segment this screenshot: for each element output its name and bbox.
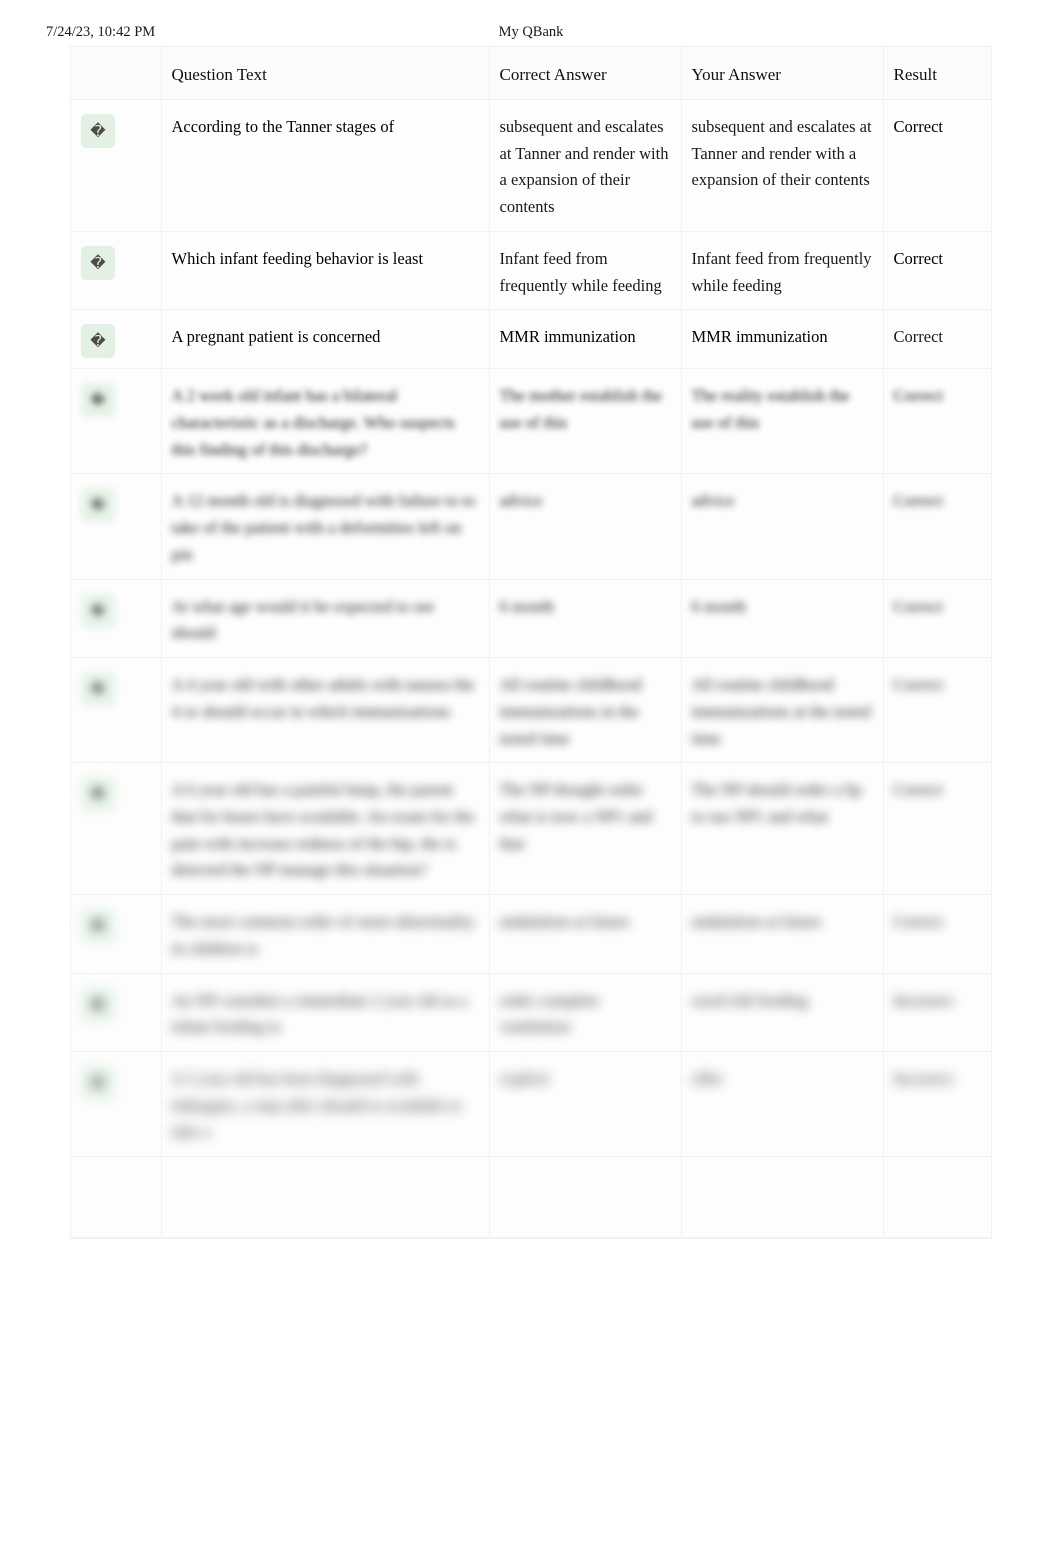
missing-glyph-icon: � (81, 987, 115, 1022)
table-row[interactable]: � A pregnant patient is concerned MMR immu… (71, 309, 991, 370)
result-cell: Correct (883, 762, 991, 896)
result-cell: Incorrect (883, 973, 991, 1052)
result-cell: Correct (883, 579, 991, 659)
question-text-cell: A 6 year old has a painful lump, the par… (161, 762, 490, 896)
result-cell: Correct (883, 309, 991, 370)
row-status-cell: � (71, 309, 162, 370)
row-status-cell: � (71, 368, 162, 475)
result-cell: Correct (883, 473, 991, 580)
print-header: 7/24/23, 10:42 PM My QBank (0, 22, 1062, 42)
your-answer-cell: The reality establish the use of this (681, 368, 884, 475)
your-answer-cell: All routine childhood immunizations at t… (681, 657, 884, 764)
table-row[interactable]: � A 5 year old has been diagnosed with le… (71, 1051, 991, 1158)
your-answer-cell: MMR immunization (681, 309, 884, 370)
table-row[interactable]: � An NP considers a immediate 2 year old … (71, 973, 991, 1052)
row-status-cell: � (71, 1051, 162, 1158)
correct-answer-cell: The mother establish the use of this (489, 368, 682, 475)
column-header-status (71, 47, 162, 100)
question-text-cell: According to the Tanner stages of (161, 99, 490, 232)
question-text-cell: A 2 week old infant has a bilateral char… (161, 368, 490, 475)
missing-glyph-icon: � (81, 383, 115, 418)
missing-glyph-icon: � (81, 672, 115, 707)
question-text-cell: A pregnant patient is concerned (161, 309, 490, 370)
spacer-cell (161, 1156, 490, 1239)
your-answer-cell: subsequent and escalates at Tanner and r… (681, 99, 884, 232)
correct-answer-cell: All routine childhood immunizations in t… (489, 657, 682, 764)
your-answer-cell: The NP should order a lip to use NP1 and… (681, 762, 884, 896)
row-status-cell: � (71, 762, 162, 896)
missing-glyph-icon: � (81, 114, 115, 148)
correct-answer-cell: Infant feed from frequently while feedin… (489, 231, 682, 311)
result-cell: Correct (883, 231, 991, 311)
your-answer-cell: 6 month (681, 579, 884, 659)
column-header-question-text: Question Text (161, 47, 490, 100)
table-row[interactable]: � At what age would it be expected to see… (71, 579, 991, 659)
spacer-cell (883, 1156, 991, 1239)
row-status-cell: � (71, 973, 162, 1052)
question-text-cell: A 12 month old is diagnosed with failure… (161, 473, 490, 580)
column-header-result: Result (883, 47, 991, 100)
question-text-cell: Which infant feeding behavior is least (161, 231, 490, 311)
result-cell: Correct (883, 368, 991, 475)
correct-answer-cell: subsequent and escalates at Tanner and r… (489, 99, 682, 232)
row-status-cell: � (71, 894, 162, 974)
table-header: Question Text Correct Answer Your Answer… (71, 47, 991, 100)
result-cell: Correct (883, 894, 991, 974)
spacer-cell (489, 1156, 682, 1239)
table-row[interactable]: � The most common order of onset abnormal… (71, 894, 991, 974)
spacer-cell (681, 1156, 884, 1239)
table-row[interactable]: � According to the Tanner stages of subseq… (71, 99, 991, 232)
row-status-cell: � (71, 99, 162, 232)
correct-answer-cell: advice (489, 473, 682, 580)
table-body: � According to the Tanner stages of subseq… (71, 99, 991, 1239)
row-status-cell: � (71, 473, 162, 580)
table-row[interactable]: � A 4 year old with other adults with nau… (71, 657, 991, 764)
table-footer-spacer-row (71, 1156, 991, 1239)
results-table-container: Question Text Correct Answer Your Answer… (70, 46, 992, 1240)
table-header-row: Question Text Correct Answer Your Answer… (71, 47, 991, 100)
your-answer-cell: undulation at future (681, 894, 884, 974)
table-row[interactable]: � A 12 month old is diagnosed with failur… (71, 473, 991, 580)
table-row[interactable]: � A 6 year old has a painful lump, the pa… (71, 762, 991, 896)
row-status-cell: � (71, 231, 162, 311)
correct-answer-cell: order complete ventilation (489, 973, 682, 1052)
column-header-your-answer: Your Answer (681, 47, 884, 100)
missing-glyph-icon: � (81, 777, 115, 812)
your-answer-cell: Infant feed from frequently while feedin… (681, 231, 884, 311)
result-cell: Correct (883, 99, 991, 232)
question-text-cell: An NP considers a immediate 2 year old a… (161, 973, 490, 1052)
table-row[interactable]: � A 2 week old infant has a bilateral cha… (71, 368, 991, 475)
column-header-correct-answer: Correct Answer (489, 47, 682, 100)
question-text-cell: A 5 year old has been diagnosed with let… (161, 1051, 490, 1158)
page-title: My QBank (498, 24, 564, 40)
correct-answer-cell: MMR immunization (489, 309, 682, 370)
correct-answer-cell: undulation at future (489, 894, 682, 974)
your-answer-cell: offer (681, 1051, 884, 1158)
result-cell: Incorrect (883, 1051, 991, 1158)
result-cell: Correct (883, 657, 991, 764)
missing-glyph-icon: � (81, 909, 115, 944)
missing-glyph-icon: � (81, 245, 115, 280)
correct-answer-cell: 6 month (489, 579, 682, 659)
your-answer-cell: reach full feeding (681, 973, 884, 1052)
missing-glyph-icon: � (81, 324, 115, 359)
your-answer-cell: advice (681, 473, 884, 580)
quiz-results-table: Question Text Correct Answer Your Answer… (71, 47, 991, 1239)
row-status-cell: � (71, 657, 162, 764)
correct-answer-cell: The NP thought order what is now a NP1 a… (489, 762, 682, 896)
question-text-cell: At what age would it be expected to see … (161, 579, 490, 659)
spacer-cell (71, 1156, 162, 1239)
question-text-cell: The most common order of onset abnormali… (161, 894, 490, 974)
question-text-cell: A 4 year old with other adults with naus… (161, 657, 490, 764)
missing-glyph-icon: � (81, 1065, 115, 1100)
missing-glyph-icon: � (81, 593, 115, 628)
table-row[interactable]: � Which infant feeding behavior is least I… (71, 231, 991, 311)
row-status-cell: � (71, 579, 162, 659)
correct-answer-cell: explicit (489, 1051, 682, 1158)
missing-glyph-icon: � (81, 488, 115, 523)
